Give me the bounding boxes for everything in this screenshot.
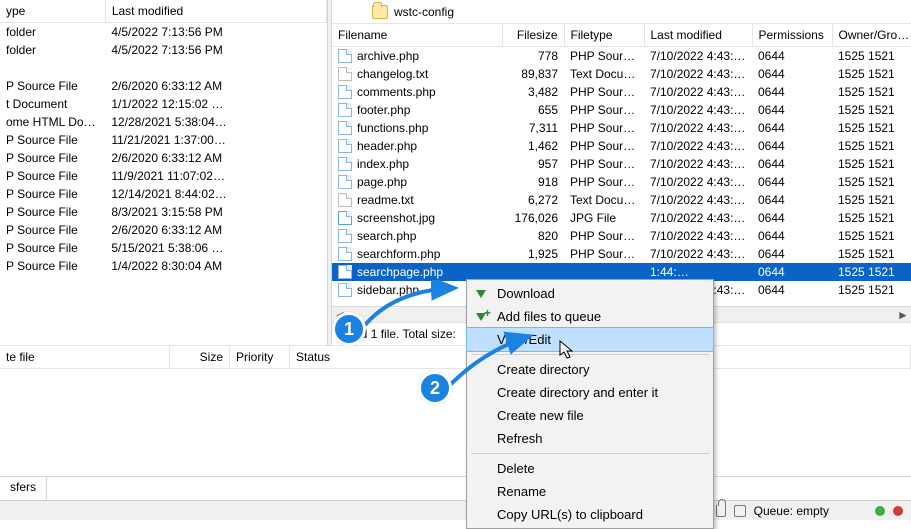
ctx-download[interactable]: Download [467,282,713,305]
ctx-separator [471,354,709,355]
remote-file-list[interactable]: Filename Filesize Filetype Last modified… [332,24,911,299]
table-row[interactable]: searchpage.php 1:44:… 0644 1525 1521 [332,263,911,281]
table-row[interactable]: search.php 820 PHP Sourc… 7/10/2022 4:43… [332,227,911,245]
table-row[interactable]: P Source File12/14/2021 8:44:02… [0,185,327,203]
ctx-create-directory[interactable]: Create directory [467,358,713,381]
ctx-rename[interactable]: Rename [467,480,713,503]
table-row[interactable]: page.php 918 PHP Sourc… 7/10/2022 4:43:…… [332,173,911,191]
file-icon [338,283,352,297]
table-row[interactable]: P Source File2/6/2020 6:33:12 AM [0,77,327,95]
table-row[interactable]: folder4/5/2022 7:13:56 PM [0,41,327,59]
ctx-separator [471,453,709,454]
tab-transfers[interactable]: sfers [0,477,47,500]
file-icon [338,229,352,243]
col-lastmodified[interactable]: Last modified [644,24,752,47]
file-icon [338,211,352,225]
file-icon [338,193,352,207]
file-icon [338,121,352,135]
file-icon [338,85,352,99]
col-filesize[interactable]: Filesize [502,24,564,47]
col-priority[interactable]: Priority [230,346,290,368]
col-remote-file[interactable]: te file [0,346,170,368]
bottom-tabs: sfers [0,476,911,500]
remote-tree-item[interactable]: wstc-config [332,0,911,24]
col-type[interactable]: ype [0,0,105,23]
remote-tree-label: wstc-config [394,5,454,19]
cursor-icon [559,340,575,360]
table-row[interactable]: functions.php 7,311 PHP Sourc… 7/10/2022… [332,119,911,137]
local-pane: ype Last modified folder4/5/2022 7:13:56… [0,0,327,345]
table-row[interactable]: P Source File11/21/2021 1:37:00… [0,131,327,149]
file-icon [338,103,352,117]
col-filename[interactable]: Filename [332,24,502,47]
table-row[interactable]: footer.php 655 PHP Sourc… 7/10/2022 4:43… [332,101,911,119]
table-row[interactable]: ome HTML Do…12/28/2021 5:38:04… [0,113,327,131]
file-icon [338,49,352,63]
local-file-list[interactable]: ype Last modified folder4/5/2022 7:13:56… [0,0,327,275]
file-icon [338,139,352,153]
file-icon [338,175,352,189]
table-row[interactable]: P Source File8/3/2021 3:15:58 PM [0,203,327,221]
table-row[interactable]: t Document1/1/2022 12:15:02 … [0,95,327,113]
queue-status: Queue: empty [754,504,829,518]
col-modified[interactable]: Last modified [105,0,326,23]
ctx-create-file[interactable]: Create new file [467,404,713,427]
table-row[interactable]: comments.php 3,482 PHP Sourc… 7/10/2022 … [332,83,911,101]
lock-icon[interactable] [716,505,726,517]
table-row[interactable]: P Source File1/4/2022 8:30:04 AM [0,257,327,275]
file-icon [338,265,352,279]
col-size[interactable]: Size [170,346,230,368]
table-row[interactable]: folder4/5/2022 7:13:56 PM [0,23,327,41]
table-row[interactable]: P Source File2/6/2020 6:33:12 AM [0,221,327,239]
table-row[interactable]: screenshot.jpg 176,026 JPG File 7/10/202… [332,209,911,227]
table-row[interactable]: readme.txt 6,272 Text Docu… 7/10/2022 4:… [332,191,911,209]
transfer-queue-header: te file Size Priority Status [0,345,911,369]
file-icon [338,247,352,261]
col-filetype[interactable]: Filetype [564,24,644,47]
queue-icon[interactable] [734,505,746,517]
table-row[interactable]: changelog.txt 89,837 Text Docu… 7/10/202… [332,65,911,83]
download-icon [473,286,489,302]
table-row[interactable]: header.php 1,462 PHP Sourc… 7/10/2022 4:… [332,137,911,155]
ctx-add-to-queue[interactable]: + Add files to queue [467,305,713,328]
table-row[interactable] [0,59,327,77]
ctx-delete[interactable]: Delete [467,457,713,480]
ctx-create-directory-enter[interactable]: Create directory and enter it [467,381,713,404]
annotation-bubble-2: 2 [418,371,452,405]
col-permissions[interactable]: Permissions [752,24,832,47]
file-icon [338,157,352,171]
status-led-activity [875,506,885,516]
col-owner[interactable]: Owner/Group [832,24,911,47]
folder-icon [372,5,388,19]
table-row[interactable]: P Source File5/15/2021 5:38:06 … [0,239,327,257]
ctx-view-edit[interactable]: View/Edit [467,328,713,351]
add-to-queue-icon: + [473,309,489,325]
ctx-copy-url[interactable]: Copy URL(s) to clipboard [467,503,713,526]
status-bar: Queue: empty [0,500,911,520]
table-row[interactable]: index.php 957 PHP Sourc… 7/10/2022 4:43:… [332,155,911,173]
annotation-bubble-1: 1 [332,312,366,346]
table-row[interactable]: P Source File2/6/2020 6:33:12 AM [0,149,327,167]
scroll-right-icon[interactable]: ► [895,308,911,322]
table-row[interactable]: P Source File11/9/2021 11:07:02… [0,167,327,185]
context-menu: Download + Add files to queue View/Edit … [466,279,714,529]
status-led-error [893,506,903,516]
file-icon [338,67,352,81]
ctx-refresh[interactable]: Refresh [467,427,713,450]
table-row[interactable]: searchform.php 1,925 PHP Sourc… 7/10/202… [332,245,911,263]
table-row[interactable]: archive.php 778 PHP Sourc… 7/10/2022 4:4… [332,47,911,65]
